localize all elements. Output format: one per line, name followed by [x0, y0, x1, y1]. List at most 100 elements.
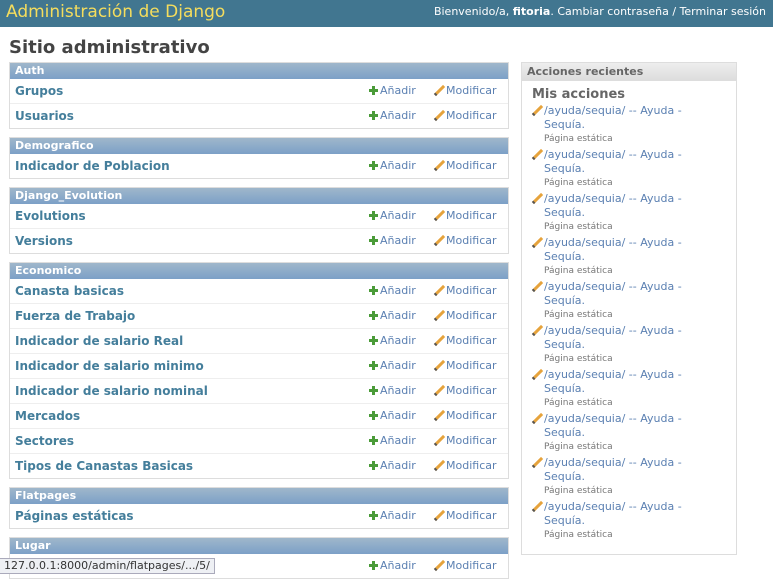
- action-link-cont[interactable]: Sequía.: [532, 294, 702, 308]
- recent-action-item[interactable]: /ayuda/sequia/ -- Ayuda - Sequía. Página e…: [532, 412, 702, 456]
- model-link[interactable]: Fuerza de Trabajo: [15, 304, 135, 328]
- app-header[interactable]: Demografico: [10, 138, 508, 154]
- action-content-type: Página estática: [544, 398, 613, 408]
- add-button[interactable]: Añadir: [369, 454, 416, 478]
- change-button[interactable]: Modificar: [434, 104, 497, 128]
- change-label: Modificar: [446, 159, 497, 172]
- model-link[interactable]: Sectores: [15, 429, 74, 453]
- recent-action-item[interactable]: /ayuda/sequia/ -- Ayuda - Sequía. Página e…: [532, 500, 702, 544]
- change-button[interactable]: Modificar: [434, 379, 497, 403]
- change-button[interactable]: Modificar: [434, 154, 497, 178]
- model-link[interactable]: Páginas estáticas: [15, 504, 134, 528]
- add-button[interactable]: Añadir: [369, 204, 416, 228]
- pencil-icon: [532, 193, 542, 203]
- add-button[interactable]: Añadir: [369, 504, 416, 528]
- recent-actions-title: Acciones recientes: [522, 63, 736, 81]
- recent-action-item[interactable]: /ayuda/sequia/ -- Ayuda - Sequía. Página e…: [532, 104, 702, 148]
- add-button[interactable]: Añadir: [369, 354, 416, 378]
- model-link[interactable]: Usuarios: [15, 104, 74, 128]
- action-link[interactable]: /ayuda/sequia/ -- Ayuda -: [544, 148, 682, 161]
- action-link-cont[interactable]: Sequía.: [532, 514, 702, 528]
- action-link-cont[interactable]: Sequía.: [532, 206, 702, 220]
- action-link[interactable]: /ayuda/sequia/ -- Ayuda -: [544, 412, 682, 425]
- action-link[interactable]: /ayuda/sequia/ -- Ayuda -: [544, 368, 682, 381]
- add-button[interactable]: Añadir: [369, 304, 416, 328]
- app-header[interactable]: Auth: [10, 63, 508, 79]
- recent-action-item[interactable]: /ayuda/sequia/ -- Ayuda - Sequía. Página e…: [532, 368, 702, 412]
- action-link[interactable]: /ayuda/sequia/ -- Ayuda -: [544, 192, 682, 205]
- pencil-icon: [434, 435, 444, 445]
- recent-action-item[interactable]: /ayuda/sequia/ -- Ayuda - Sequía. Página e…: [532, 148, 702, 192]
- logout-link[interactable]: Terminar sesión: [680, 5, 766, 18]
- recent-action-item[interactable]: /ayuda/sequia/ -- Ayuda - Sequía. Página e…: [532, 236, 702, 280]
- app-header[interactable]: Lugar: [10, 538, 508, 554]
- model-row: Fuerza de Trabajo Añadir Modificar: [10, 304, 508, 329]
- recent-action-item[interactable]: /ayuda/sequia/ -- Ayuda - Sequía. Página e…: [532, 456, 702, 500]
- model-link[interactable]: Mercados: [15, 404, 80, 428]
- model-link[interactable]: Grupos: [15, 79, 63, 103]
- action-link-cont[interactable]: Sequía.: [532, 426, 702, 440]
- add-icon: [369, 161, 378, 170]
- add-button[interactable]: Añadir: [369, 104, 416, 128]
- change-button[interactable]: Modificar: [434, 404, 497, 428]
- change-button[interactable]: Modificar: [434, 279, 497, 303]
- action-link[interactable]: /ayuda/sequia/ -- Ayuda -: [544, 104, 682, 117]
- change-button[interactable]: Modificar: [434, 454, 497, 478]
- app-header[interactable]: Economico: [10, 263, 508, 279]
- recent-action-item[interactable]: /ayuda/sequia/ -- Ayuda - Sequía. Página e…: [532, 324, 702, 368]
- model-link[interactable]: Canasta basicas: [15, 279, 124, 303]
- pencil-icon: [434, 460, 444, 470]
- model-link[interactable]: Indicador de salario minimo: [15, 354, 204, 378]
- action-link[interactable]: /ayuda/sequia/ -- Ayuda -: [544, 236, 682, 249]
- model-link[interactable]: Indicador de salario nominal: [15, 379, 208, 403]
- change-button[interactable]: Modificar: [434, 304, 497, 328]
- change-label: Modificar: [446, 234, 497, 247]
- change-button[interactable]: Modificar: [434, 354, 497, 378]
- model-row: Evolutions Añadir Modificar: [10, 204, 508, 229]
- add-icon: [369, 211, 378, 220]
- recent-action-item[interactable]: /ayuda/sequia/ -- Ayuda - Sequía. Página e…: [532, 192, 702, 236]
- pencil-icon: [434, 510, 444, 520]
- action-link[interactable]: /ayuda/sequia/ -- Ayuda -: [544, 324, 682, 337]
- model-link[interactable]: Tipos de Canastas Basicas: [15, 454, 193, 478]
- change-button[interactable]: Modificar: [434, 229, 497, 253]
- model-row: Indicador de salario Real Añadir Modificar: [10, 329, 508, 354]
- action-link[interactable]: /ayuda/sequia/ -- Ayuda -: [544, 500, 682, 513]
- site-name[interactable]: Administración de Django: [6, 0, 225, 24]
- app-header[interactable]: Django_Evolution: [10, 188, 508, 204]
- change-button[interactable]: Modificar: [434, 429, 497, 453]
- action-link-cont[interactable]: Sequía.: [532, 382, 702, 396]
- change-button[interactable]: Modificar: [434, 504, 497, 528]
- add-button[interactable]: Añadir: [369, 329, 416, 353]
- add-label: Añadir: [380, 334, 416, 347]
- action-link[interactable]: /ayuda/sequia/ -- Ayuda -: [544, 280, 682, 293]
- action-link-cont[interactable]: Sequía.: [532, 250, 702, 264]
- action-link[interactable]: /ayuda/sequia/ -- Ayuda -: [544, 456, 682, 469]
- recent-action-item[interactable]: /ayuda/sequia/ -- Ayuda - Sequía. Página e…: [532, 280, 702, 324]
- add-button[interactable]: Añadir: [369, 554, 416, 578]
- add-button[interactable]: Añadir: [369, 379, 416, 403]
- add-button[interactable]: Añadir: [369, 279, 416, 303]
- action-link-cont[interactable]: Sequía.: [532, 118, 702, 132]
- add-button[interactable]: Añadir: [369, 229, 416, 253]
- add-button[interactable]: Añadir: [369, 429, 416, 453]
- change-button[interactable]: Modificar: [434, 79, 497, 103]
- add-button[interactable]: Añadir: [369, 404, 416, 428]
- change-password-link[interactable]: Cambiar contraseña: [557, 5, 668, 18]
- change-button[interactable]: Modificar: [434, 554, 497, 578]
- model-link[interactable]: Indicador de Poblacion: [15, 154, 170, 178]
- action-link-cont[interactable]: Sequía.: [532, 338, 702, 352]
- model-row: Indicador de salario nominal Añadir Modifi…: [10, 379, 508, 404]
- app-header[interactable]: Flatpages: [10, 488, 508, 504]
- change-button[interactable]: Modificar: [434, 204, 497, 228]
- action-link-cont[interactable]: Sequía.: [532, 470, 702, 484]
- model-row: Canasta basicas Añadir Modificar: [10, 279, 508, 304]
- add-button[interactable]: Añadir: [369, 154, 416, 178]
- change-label: Modificar: [446, 309, 497, 322]
- action-link-cont[interactable]: Sequía.: [532, 162, 702, 176]
- change-button[interactable]: Modificar: [434, 329, 497, 353]
- model-link[interactable]: Evolutions: [15, 204, 86, 228]
- model-link[interactable]: Versions: [15, 229, 73, 253]
- model-link[interactable]: Indicador de salario Real: [15, 329, 183, 353]
- add-button[interactable]: Añadir: [369, 79, 416, 103]
